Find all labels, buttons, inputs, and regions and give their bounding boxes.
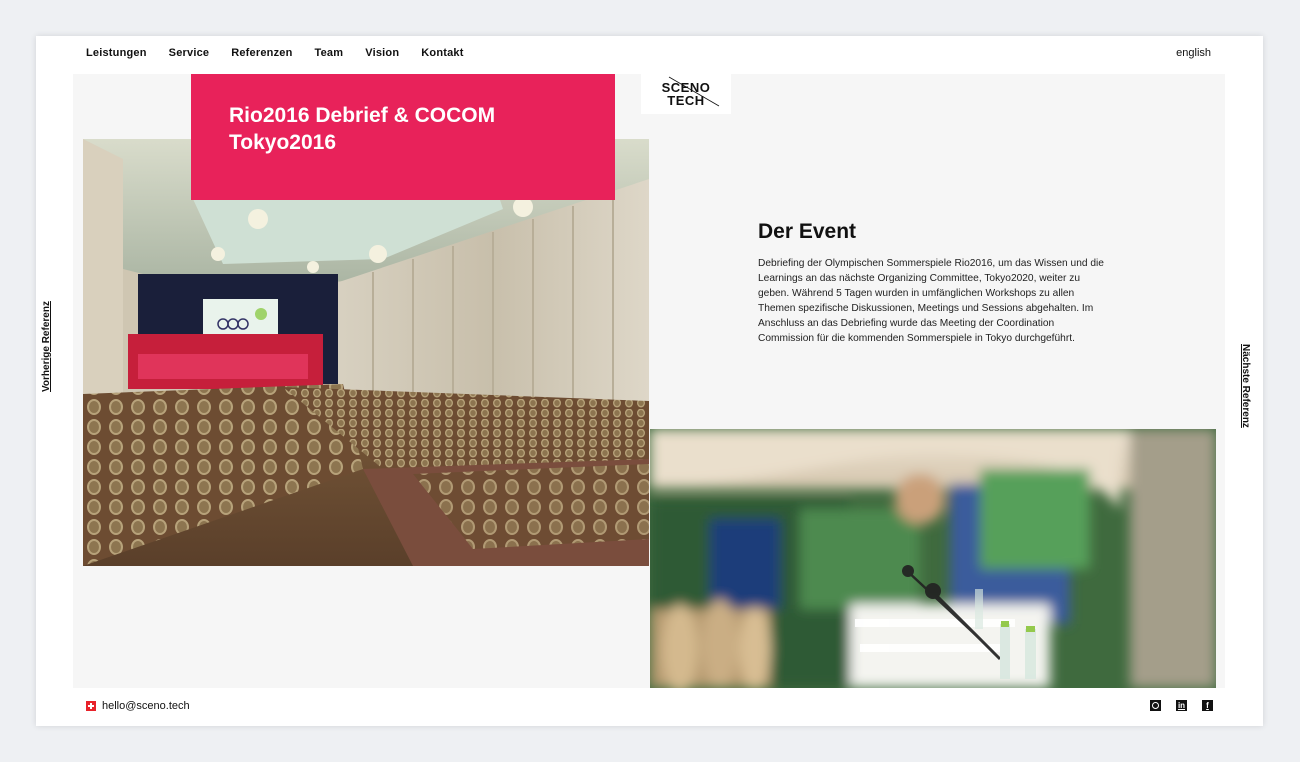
nav-service[interactable]: Service [169, 47, 210, 59]
browser-frame: Leistungen Service Referenzen Team Visio… [36, 36, 1263, 726]
meeting-table-photo [650, 429, 1216, 688]
footer-contact: hello@sceno.tech [86, 700, 190, 712]
event-section: Der Event Debriefing der Olympischen Som… [758, 220, 1108, 346]
reference-title-box: Rio2016 Debrief & COCOM Tokyo2016 [191, 74, 615, 200]
sceno-tech-logo[interactable]: SCENO TECH [641, 74, 731, 114]
reference-title: Rio2016 Debrief & COCOM Tokyo2016 [229, 104, 496, 154]
event-description: Debriefing der Olympischen Sommerspiele … [758, 258, 1104, 344]
previous-reference-link[interactable]: Vorherige Referenz [41, 301, 52, 392]
language-switch[interactable]: english [1176, 47, 1211, 59]
main-nav: Leistungen Service Referenzen Team Visio… [86, 47, 464, 59]
swiss-flag-icon [86, 701, 96, 711]
nav-referenzen[interactable]: Referenzen [231, 47, 292, 59]
event-heading: Der Event [758, 220, 857, 243]
logo-slash-icon [668, 76, 720, 107]
social-links: in f [1150, 700, 1213, 711]
nav-vision[interactable]: Vision [365, 47, 399, 59]
conference-hall-photo [83, 139, 649, 566]
next-reference-link[interactable]: Nächste Referenz [1240, 344, 1251, 428]
instagram-icon[interactable] [1150, 700, 1161, 711]
nav-kontakt[interactable]: Kontakt [421, 47, 463, 59]
nav-team[interactable]: Team [315, 47, 344, 59]
email-link[interactable]: hello@sceno.tech [102, 700, 190, 712]
nav-leistungen[interactable]: Leistungen [86, 47, 147, 59]
linkedin-icon[interactable]: in [1176, 700, 1187, 711]
facebook-icon[interactable]: f [1202, 700, 1213, 711]
main-content: Rio2016 Debrief & COCOM Tokyo2016 SCENO … [73, 74, 1225, 688]
